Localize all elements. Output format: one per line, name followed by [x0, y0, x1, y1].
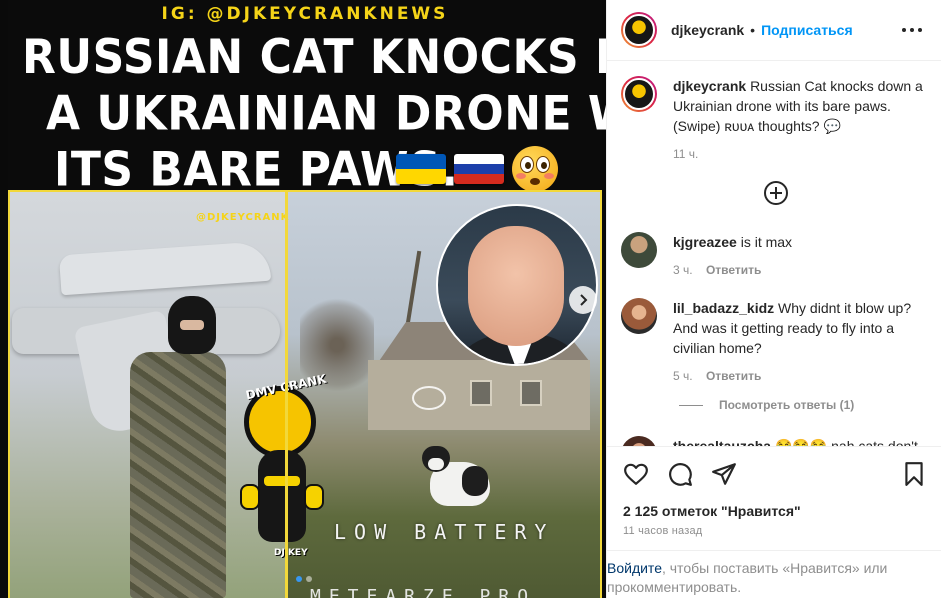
- comment-time[interactable]: 5 ч.: [673, 369, 693, 383]
- reply-button[interactable]: Ответить: [706, 263, 761, 277]
- chevron-right-icon: [580, 294, 588, 306]
- photo-frame-border: [8, 190, 602, 598]
- post-side-panel: djkeycrank • Подписаться djkeycrank Russ…: [606, 0, 941, 598]
- load-more-comments-icon[interactable]: [764, 181, 788, 205]
- login-prompt: Войдите, чтобы поставить «Нравится» или …: [607, 550, 941, 597]
- comment-text: 😂😂😂 nah cats don't: [774, 438, 918, 446]
- like-heart-icon[interactable]: [623, 461, 649, 487]
- bookmark-save-icon[interactable]: [901, 461, 927, 487]
- carousel-next-button[interactable]: [569, 286, 597, 314]
- caption-username[interactable]: djkeycrank: [673, 78, 746, 94]
- avatar[interactable]: [621, 298, 657, 334]
- post-media[interactable]: IG: @DJKEYCRANKNEWS RUSSIAN CAT KNOCKS D…: [0, 0, 606, 598]
- view-replies-label: Посмотреть ответы (1): [719, 398, 855, 412]
- login-link[interactable]: Войдите: [607, 560, 662, 576]
- reply-button[interactable]: Ответить: [706, 369, 761, 383]
- instagram-post-modal: IG: @DJKEYCRANKNEWS RUSSIAN CAT KNOCKS D…: [0, 0, 941, 598]
- flushed-face-icon: [512, 146, 558, 192]
- view-replies-button[interactable]: Посмотреть ответы (1): [679, 398, 854, 412]
- comment-time[interactable]: 3 ч.: [673, 263, 693, 277]
- post-actions: 2 125 отметок "Нравится" 11 часов назад …: [607, 446, 941, 596]
- more-options-icon[interactable]: [902, 22, 922, 38]
- comments-list[interactable]: djkeycrank Russian Cat knocks down a Ukr…: [607, 62, 941, 446]
- comment-text: is it max: [740, 234, 793, 250]
- likes-count[interactable]: 2 125 отметок "Нравится": [623, 503, 801, 519]
- comment-username[interactable]: therealtauzcha: [673, 438, 771, 446]
- ig-handle-text: IG: @DJKEYCRANKNEWS: [161, 4, 449, 24]
- comment-username[interactable]: kjgreazee: [673, 234, 737, 250]
- ukraine-flag-icon: [396, 154, 446, 184]
- headline-line-1: RUSSIAN CAT KNOCKS DOWN: [22, 30, 606, 86]
- header-separator: •: [750, 22, 756, 38]
- carousel-dot-active: [296, 576, 302, 582]
- header-username[interactable]: djkeycrank: [671, 22, 744, 38]
- carousel-indicator: [296, 576, 312, 582]
- avatar[interactable]: [621, 232, 657, 268]
- carousel-dot: [306, 576, 312, 582]
- avatar[interactable]: [621, 12, 657, 48]
- action-icons-row: [621, 461, 929, 487]
- headline-line-2: A UKRAINIAN DRONE WITH: [46, 86, 606, 142]
- russia-flag-icon: [454, 154, 504, 184]
- follow-button[interactable]: Подписаться: [761, 22, 853, 38]
- share-send-icon[interactable]: [711, 461, 737, 487]
- post-header: djkeycrank • Подписаться: [607, 0, 941, 61]
- avatar[interactable]: [621, 436, 657, 446]
- post-time-ago[interactable]: 11 часов назад: [623, 525, 702, 537]
- caption-time[interactable]: 11 ч.: [673, 147, 698, 161]
- avatar[interactable]: [621, 76, 657, 112]
- headline-banner: IG: @DJKEYCRANKNEWS RUSSIAN CAT KNOCKS D…: [8, 0, 606, 197]
- comment-bubble-icon[interactable]: [667, 461, 693, 487]
- flag-emoji-row: [396, 146, 558, 192]
- comment-username[interactable]: lil_badazz_kidz: [673, 300, 774, 316]
- photo-divider: [285, 192, 288, 598]
